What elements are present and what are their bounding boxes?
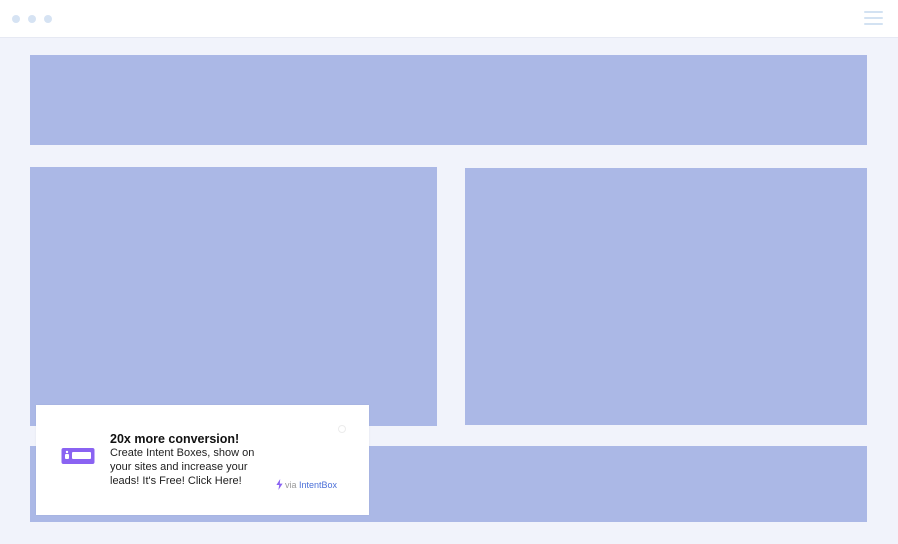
intentbox-logo-icon xyxy=(61,448,95,464)
via-label: via xyxy=(285,480,297,490)
close-icon[interactable] xyxy=(338,425,346,433)
window-titlebar xyxy=(0,0,898,38)
window-dot-icon xyxy=(12,15,20,23)
window-dot-icon xyxy=(28,15,36,23)
placeholder-card-left xyxy=(30,167,437,426)
window-dot-icon xyxy=(44,15,52,23)
notification-body: Create Intent Boxes, show on your sites … xyxy=(110,447,255,487)
hamburger-icon[interactable] xyxy=(864,11,883,26)
bolt-icon xyxy=(276,479,283,490)
attribution[interactable]: via IntentBox xyxy=(276,479,337,490)
notification-title: 20x more conversion! xyxy=(110,432,240,446)
placeholder-banner xyxy=(30,55,867,145)
placeholder-card-right xyxy=(465,168,867,425)
notification-popup[interactable]: 20x more conversion! Create Intent Boxes… xyxy=(36,405,369,515)
brand-link[interactable]: IntentBox xyxy=(299,480,337,490)
